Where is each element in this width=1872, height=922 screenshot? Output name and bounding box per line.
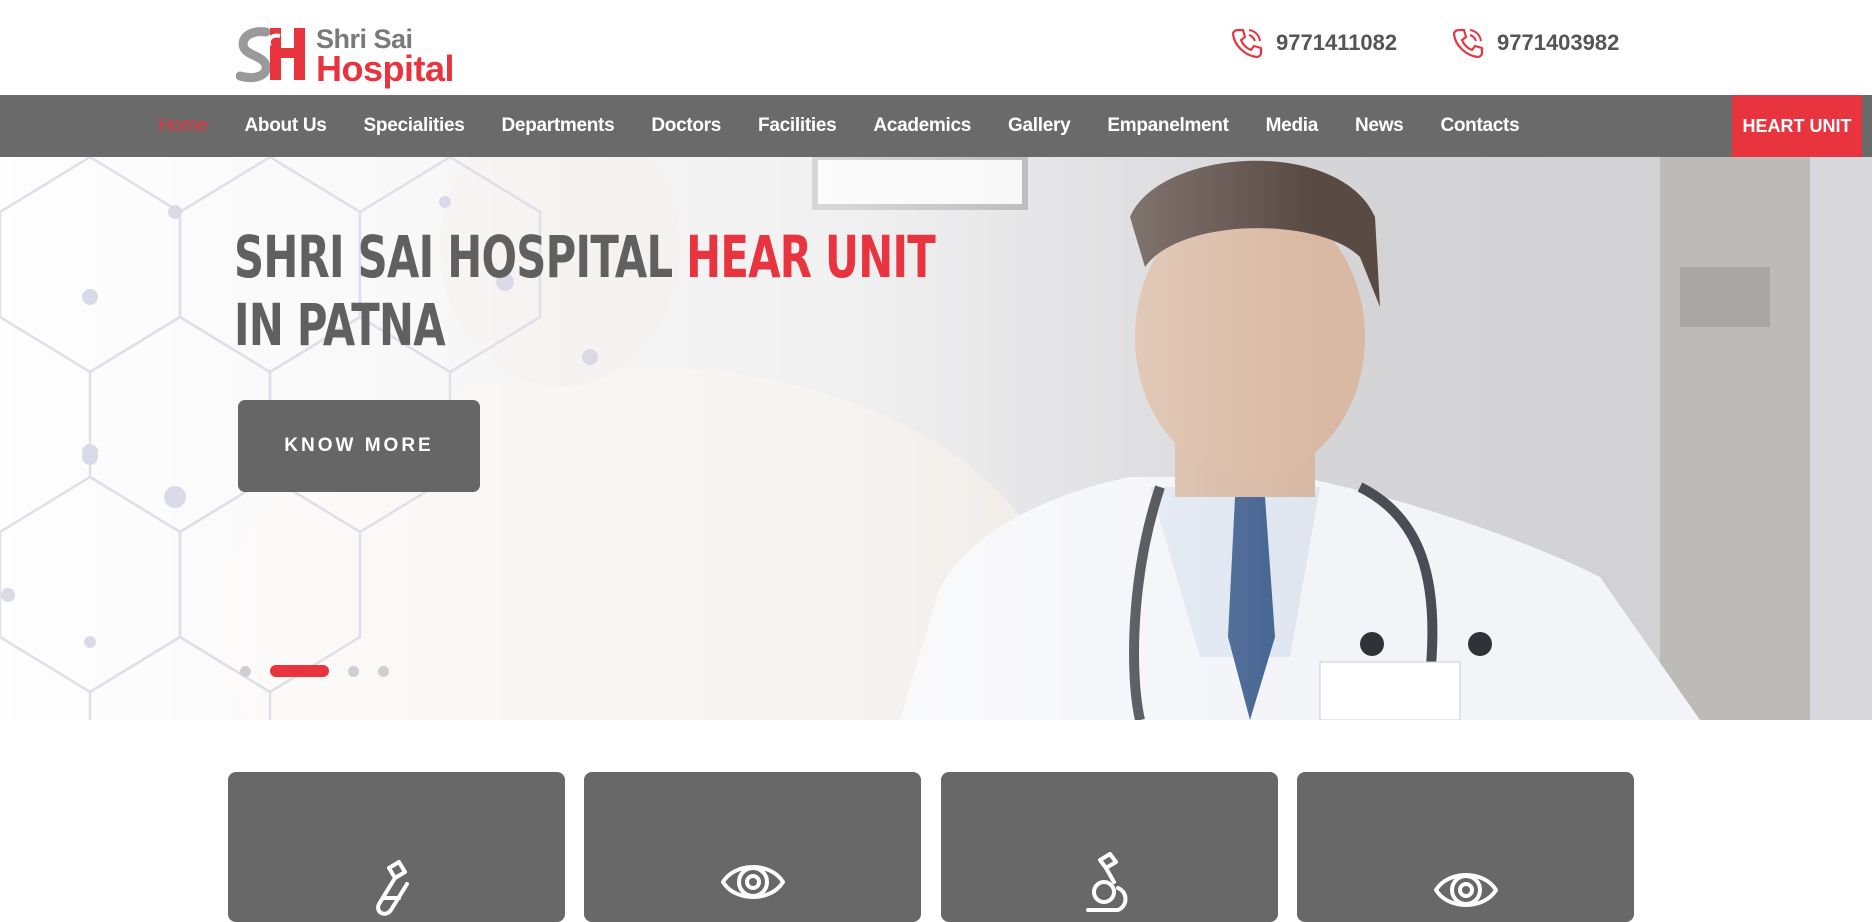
feature-card-2[interactable] bbox=[584, 772, 921, 922]
test-tube-icon bbox=[375, 860, 409, 916]
slide-dot-2-active[interactable] bbox=[270, 665, 329, 677]
main-nav: Home About Us Specialities Departments D… bbox=[0, 95, 1872, 157]
hero-slider: SHRI SAI HOSPITAL HEAR UNIT IN PATNA KNO… bbox=[0, 157, 1872, 720]
nav-menu: Home About Us Specialities Departments D… bbox=[158, 95, 1556, 157]
nav-item-home[interactable]: Home bbox=[158, 115, 208, 137]
phone-number: 9771403982 bbox=[1497, 30, 1620, 55]
nav-item-gallery[interactable]: Gallery bbox=[1008, 115, 1071, 137]
nav-item-specialities[interactable]: Specialities bbox=[364, 115, 465, 137]
nav-item-media[interactable]: Media bbox=[1266, 115, 1319, 137]
know-more-button[interactable]: KNOW MORE bbox=[238, 400, 480, 492]
hero-title: SHRI SAI HOSPITAL HEAR UNIT IN PATNA bbox=[234, 223, 936, 359]
slide-dot-4[interactable] bbox=[378, 665, 389, 677]
heart-unit-button[interactable]: HEART UNIT bbox=[1732, 95, 1862, 157]
microscope-icon bbox=[1085, 852, 1127, 912]
nav-item-facilities[interactable]: Facilities bbox=[758, 115, 837, 137]
nav-item-doctors[interactable]: Doctors bbox=[651, 115, 721, 137]
phone-icon bbox=[1231, 28, 1263, 59]
hero-title-part1: SHRI SAI HOSPITAL bbox=[234, 223, 687, 291]
nav-item-academics[interactable]: Academics bbox=[873, 115, 971, 137]
feature-card-3[interactable] bbox=[941, 772, 1278, 922]
site-header: Shri Sai Hospital 9771411082 9771403982 bbox=[0, 0, 1872, 95]
eye-icon bbox=[1433, 873, 1498, 907]
slide-dot-1[interactable] bbox=[240, 665, 251, 677]
contact-phone-1[interactable]: 9771411082 bbox=[1230, 25, 1397, 61]
sh-monogram-logo-icon bbox=[236, 27, 305, 83]
slider-pagination bbox=[240, 664, 408, 678]
feature-cards bbox=[228, 772, 1636, 922]
nav-item-news[interactable]: News bbox=[1355, 115, 1404, 137]
nav-item-empanelment[interactable]: Empanelment bbox=[1107, 115, 1229, 137]
slide-dot-3[interactable] bbox=[348, 665, 359, 677]
eye-icon bbox=[720, 865, 785, 899]
nav-item-departments[interactable]: Departments bbox=[502, 115, 615, 137]
hero-title-highlight: HEAR UNIT bbox=[686, 223, 936, 291]
hospital-logo[interactable]: Shri Sai Hospital bbox=[236, 24, 466, 89]
nav-item-contacts[interactable]: Contacts bbox=[1440, 115, 1519, 137]
nav-item-about-us[interactable]: About Us bbox=[244, 115, 326, 137]
feature-card-1[interactable] bbox=[228, 772, 565, 922]
hero-title-line2: IN PATNA bbox=[234, 291, 446, 359]
contact-phone-2[interactable]: 9771403982 bbox=[1451, 25, 1619, 61]
phone-icon bbox=[1452, 28, 1484, 59]
logo-name-bottom: Hospital bbox=[316, 48, 455, 89]
feature-card-4[interactable] bbox=[1297, 772, 1634, 922]
phone-number: 9771411082 bbox=[1276, 30, 1398, 55]
